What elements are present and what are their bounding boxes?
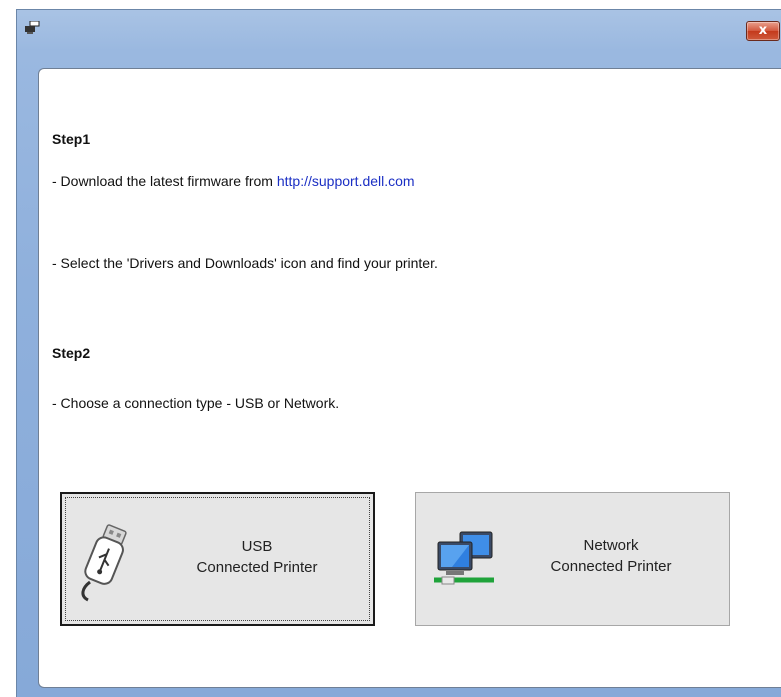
support-link[interactable]: http://support.dell.com — [277, 173, 415, 189]
step1-download-line: - Download the latest firmware from http… — [52, 173, 415, 189]
installer-window: x Step1 - Download the latest firmware f… — [16, 9, 781, 697]
step2-connection-line: - Choose a connection type - USB or Netw… — [52, 395, 340, 411]
usb-printer-button[interactable]: USB Connected Printer — [60, 492, 375, 626]
network-printer-button[interactable]: Network Connected Printer — [415, 492, 730, 626]
close-button[interactable]: x — [746, 21, 780, 41]
download-text: - Download the latest firmware from — [52, 173, 277, 189]
network-label-line2: Connected Printer — [550, 558, 672, 575]
app-icon — [24, 20, 40, 35]
usb-button-label: USB Connected Printer — [162, 536, 352, 578]
network-computers-icon — [432, 528, 496, 593]
step1-drivers-line: - Select the 'Drivers and Downloads' ico… — [52, 255, 438, 271]
usb-label-line1: USB — [241, 538, 273, 555]
usb-label-line2: Connected Printer — [196, 559, 318, 576]
step2-heading: Step2 — [52, 345, 91, 361]
network-label-line1: Network — [583, 537, 639, 554]
content-panel: Step1 - Download the latest firmware fro… — [38, 68, 781, 688]
usb-drive-icon — [76, 516, 136, 607]
network-button-label: Network Connected Printer — [516, 535, 706, 577]
step1-heading: Step1 — [52, 131, 91, 147]
close-icon: x — [758, 23, 768, 38]
title-bar[interactable]: x — [17, 10, 781, 50]
